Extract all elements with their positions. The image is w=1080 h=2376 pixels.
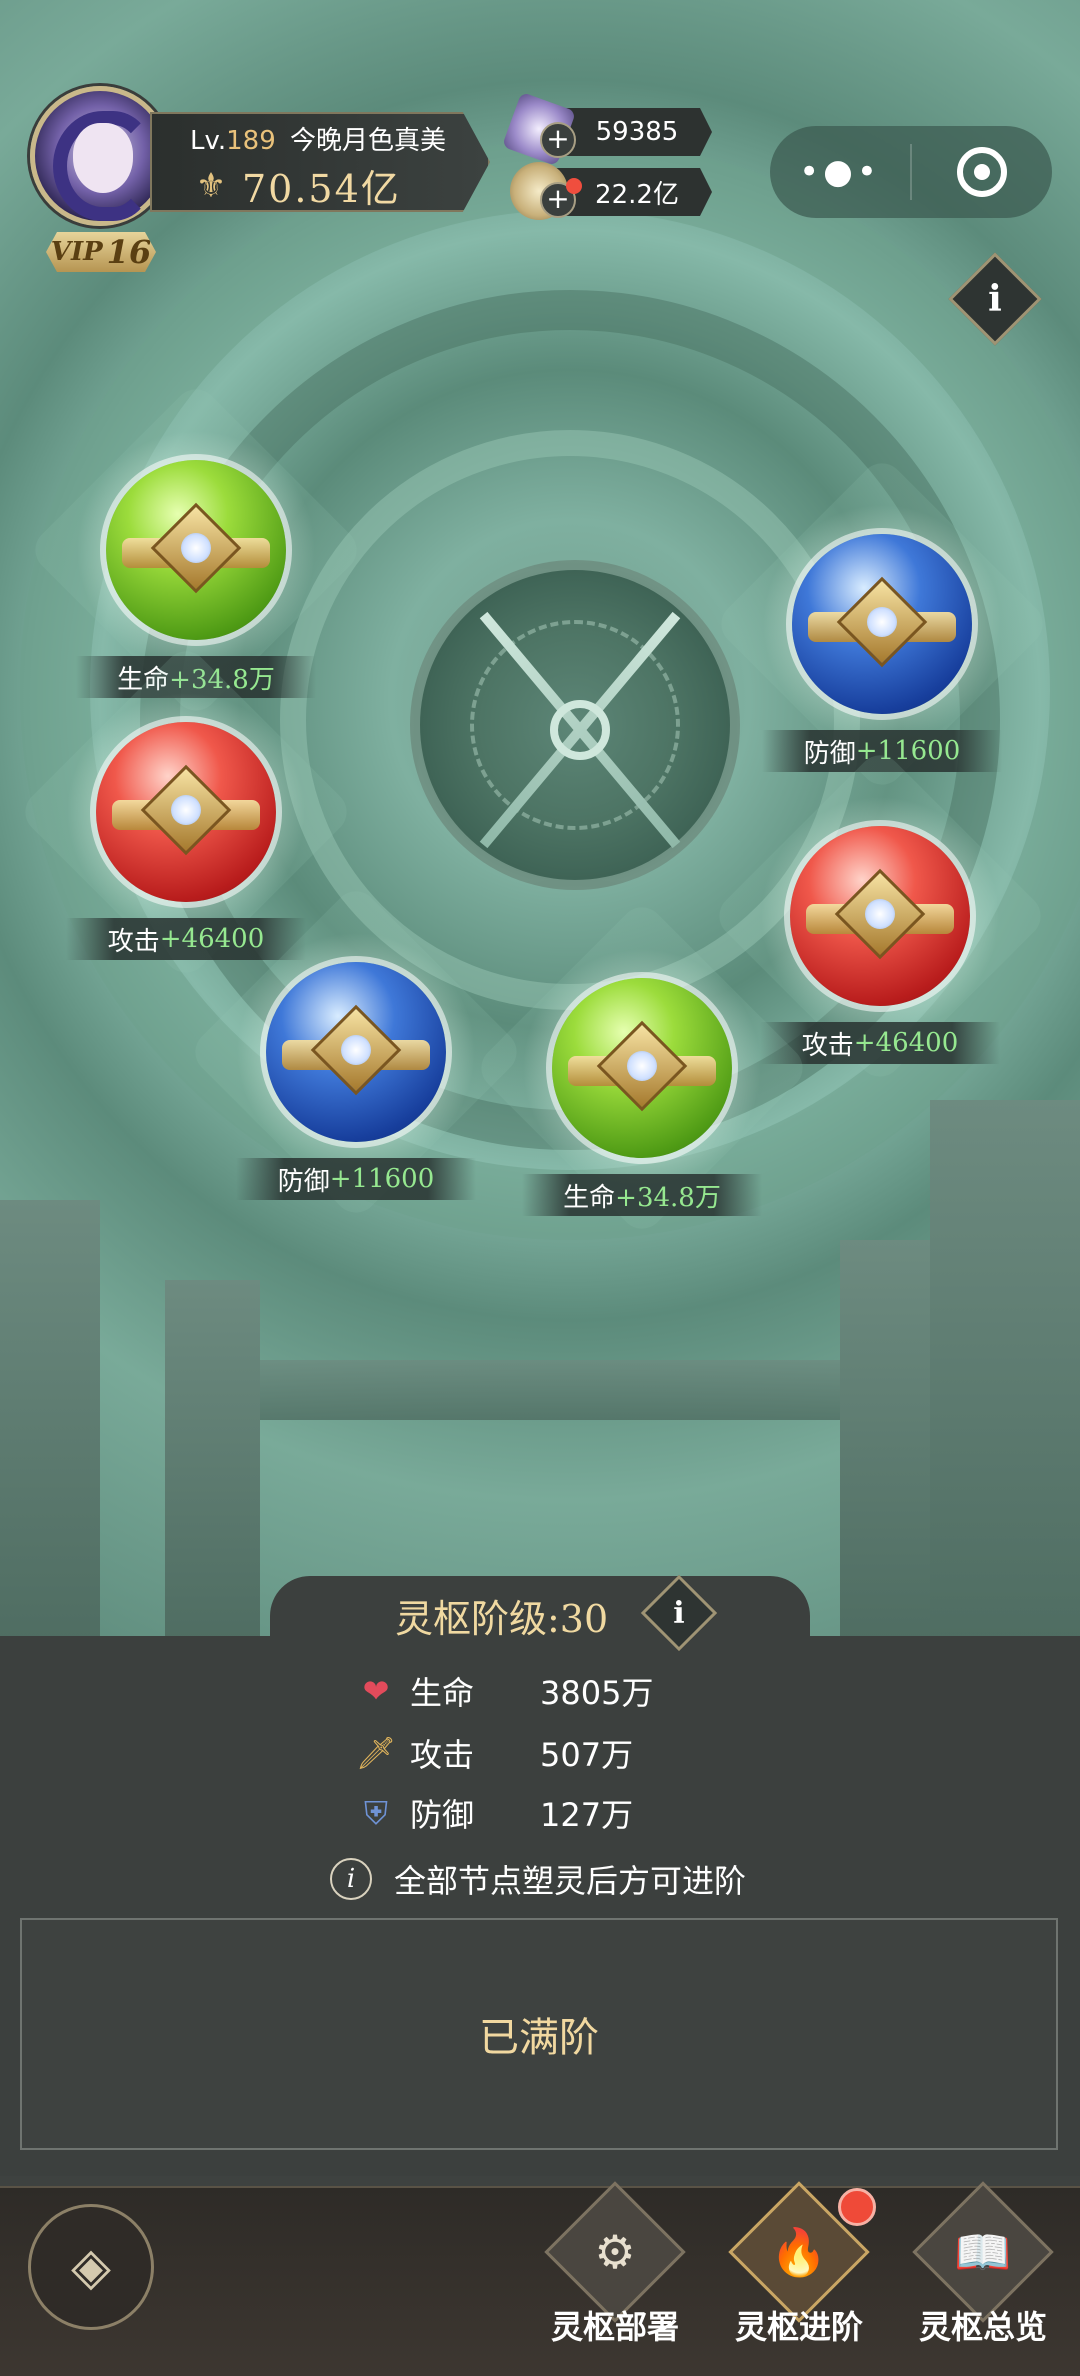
more-dots-icon: •●• xyxy=(799,152,881,192)
nav-notification-dot xyxy=(838,2188,876,2226)
node-life-2[interactable]: 生命 +34.8万 xyxy=(472,898,812,1238)
compass-hub xyxy=(550,700,610,760)
node-label: 生命+34.8万 xyxy=(522,1174,762,1216)
node-value: +46400 xyxy=(159,924,265,954)
sword-icon: 🗡 xyxy=(355,1734,397,1772)
add-gem-button[interactable]: + xyxy=(540,122,576,158)
nav-deploy[interactable]: ⚙ 灵枢部署 xyxy=(540,2181,690,2348)
back-arrow-icon: ◈ xyxy=(71,2237,111,2297)
more-button[interactable]: •●• xyxy=(770,126,910,218)
power-value: 70.54亿 xyxy=(242,167,401,211)
arch xyxy=(260,1360,840,1420)
coin-notification-dot xyxy=(566,178,582,194)
heart-icon: ❤ xyxy=(362,1672,390,1710)
node-attack-2[interactable]: 攻击 +46400 xyxy=(710,746,1050,1086)
nav-label: 灵枢总览 xyxy=(918,2308,1047,2346)
info-icon: i xyxy=(988,278,1002,320)
stat-row-life: ❤ 生命 3805万 xyxy=(356,1668,654,1714)
gem-value: 59385 xyxy=(595,117,679,147)
node-stat: 防御 xyxy=(803,738,856,769)
stat-row-attack: 🗡 攻击 507万 xyxy=(356,1730,633,1776)
node-stat: 防御 xyxy=(277,1166,330,1197)
info-icon: i xyxy=(673,1595,685,1631)
player-avatar[interactable] xyxy=(30,86,170,226)
target-icon xyxy=(957,147,1007,197)
stat-value: 507万 xyxy=(540,1736,634,1774)
node-label: 防御 +11600 xyxy=(236,1158,476,1200)
hint-text: 全部节点塑灵后方可进阶 xyxy=(394,1862,747,1900)
max-stage-label: 已满阶 xyxy=(479,2015,599,2061)
pillar-left-2 xyxy=(165,1280,260,1640)
player-name: 今晚月色真美 xyxy=(290,126,447,156)
stat-name: 生命 xyxy=(410,1674,475,1712)
avatar-face xyxy=(73,123,133,193)
combat-power: ⚜ 70.54亿 xyxy=(190,158,401,213)
close-button[interactable] xyxy=(912,126,1052,218)
stat-row-defense: ⛨ 防御 127万 xyxy=(356,1790,633,1836)
node-defense-1[interactable]: 防御 +11600 xyxy=(712,454,1052,794)
node-value: +11600 xyxy=(329,1164,435,1194)
shield-icon: ⛨ xyxy=(363,1793,388,1832)
node-stat: 攻击 xyxy=(107,926,160,957)
vip-label: VIP xyxy=(50,237,103,267)
info-circle-icon: i xyxy=(330,1858,372,1900)
stage-title: 灵枢阶级:30 xyxy=(395,1597,609,1641)
vip-level: 16 xyxy=(106,233,152,271)
max-stage-button[interactable]: 已满阶 xyxy=(20,1918,1058,2150)
node-stat: 生命 xyxy=(563,1182,616,1213)
stat-name: 防御 xyxy=(410,1796,475,1834)
node-life-1[interactable]: 生命+34.8万 xyxy=(26,380,366,720)
spirit-compass xyxy=(410,560,740,890)
node-defense-2[interactable]: 防御 +11600 xyxy=(186,882,526,1222)
advance-hint: i 全部节点塑灵后方可进阶 xyxy=(330,1856,746,1902)
pillar-right-2 xyxy=(840,1240,930,1640)
level-prefix: Lv. xyxy=(190,126,227,156)
mini-program-capsule: •●• xyxy=(770,126,1052,218)
player-level: 189 xyxy=(226,126,276,156)
pillar-right xyxy=(930,1100,1080,1640)
power-icon: ⚜ xyxy=(195,165,227,206)
node-value: +46400 xyxy=(853,1028,959,1058)
back-button[interactable]: ◈ xyxy=(28,2204,154,2330)
stat-name: 攻击 xyxy=(410,1736,475,1774)
nav-overview[interactable]: 📖 灵枢总览 xyxy=(908,2181,1058,2348)
vip-badge: VIP 16 xyxy=(46,232,156,272)
nav-label: 灵枢进阶 xyxy=(734,2308,863,2346)
stat-value: 3805万 xyxy=(540,1674,654,1712)
coin-value: 22.2亿 xyxy=(595,179,679,210)
stat-value: 127万 xyxy=(540,1796,634,1834)
node-stat: 攻击 xyxy=(801,1030,854,1061)
pillar-left xyxy=(0,1200,100,1640)
node-value: +34.8万 xyxy=(615,1182,721,1213)
node-attack-1[interactable]: 攻击 +46400 xyxy=(16,642,356,982)
nav-label: 灵枢部署 xyxy=(550,2308,679,2346)
player-level-line: Lv.189 今晚月色真美 xyxy=(190,120,446,157)
